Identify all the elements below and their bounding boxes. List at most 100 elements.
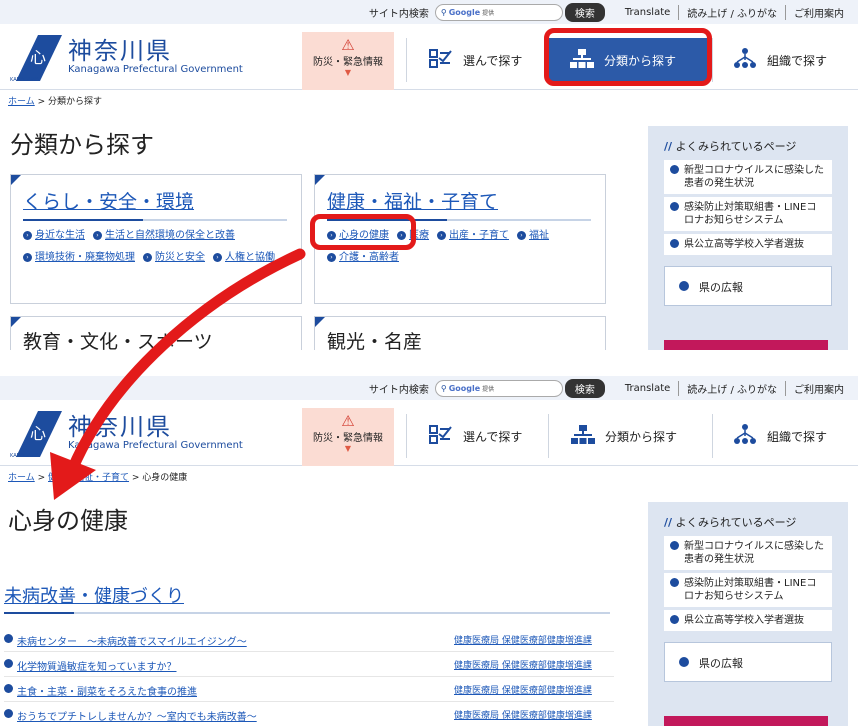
- chevron-right-icon: [679, 281, 689, 291]
- chevron-right-icon: [4, 709, 13, 718]
- breadcrumb-home[interactable]: ホーム: [8, 97, 35, 107]
- card-corner: [11, 317, 21, 327]
- highlight-box-nav: [544, 28, 712, 86]
- checklist-icon: [429, 48, 453, 72]
- translate-link[interactable]: Translate: [617, 7, 678, 18]
- caret-down-icon: ▼: [344, 68, 352, 77]
- list-item[interactable]: 未病センター ～未病改善でスマイルエイジング～ 健康医療局 保健医療部健康増進課: [4, 628, 614, 652]
- card-corner: [315, 175, 325, 185]
- site-logo[interactable]: 心 KANAGAWA 神奈川県 Kanagawa Prefectural Gove…: [0, 31, 300, 83]
- site-search-label: サイト内検索: [368, 8, 429, 20]
- read-aloud-link[interactable]: 読み上げ / ふりがな: [678, 380, 785, 396]
- department-link[interactable]: 健康医療局 保健医療部健康増進課: [454, 658, 592, 671]
- nav-category[interactable]: 分類から探す: [548, 414, 708, 458]
- link-item[interactable]: › 福祉: [517, 225, 549, 247]
- chevron-right-icon: [4, 659, 13, 668]
- utility-bar: サイト内検索 ⚲ Google 提供 検索 Translate 読み上げ / ふ…: [0, 376, 858, 400]
- site-subtitle: Kanagawa Prefectural Government: [68, 440, 243, 451]
- chevron-right-icon: ›: [327, 252, 336, 262]
- site-logo[interactable]: 心 KANAGAWA 神奈川県 Kanagawa Prefectural Gove…: [0, 407, 300, 459]
- chevron-right-icon: ›: [23, 252, 32, 262]
- list-item[interactable]: 化学物質過敏症を知っていますか？ 健康医療局 保健医療部健康増進課: [4, 653, 614, 677]
- card-title[interactable]: 観光・名産: [327, 327, 422, 350]
- department-link[interactable]: 健康医療局 保健医療部健康増進課: [454, 633, 592, 646]
- sidebar-link[interactable]: 新型コロナウイルスに感染した患者の発生状況: [664, 160, 832, 195]
- nav-org[interactable]: 組織で探す: [712, 414, 852, 458]
- sidebar: // よくみられているページ 新型コロナウイルスに感染した患者の発生状況 感染防…: [648, 126, 848, 350]
- nav-select[interactable]: 選んで探す: [406, 414, 544, 458]
- section-divider: [4, 612, 610, 614]
- chevron-right-icon: [4, 634, 13, 643]
- emergency-button[interactable]: ⚠ 防災・緊急情報 ▼: [302, 408, 394, 466]
- guide-link[interactable]: ご利用案内: [785, 380, 852, 396]
- link-item[interactable]: › 環境技術・廃棄物処理: [23, 247, 135, 269]
- link-item[interactable]: › 生活と自然環境の保全と改善: [93, 225, 235, 247]
- card-title[interactable]: 教育・文化・スポーツ: [23, 327, 213, 350]
- nav-org[interactable]: 組織で探す: [712, 38, 852, 82]
- card-links: › 身近な生活 › 生活と自然環境の保全と改善› 環境技術・廃棄物処理 › 防災と安全 › 人権…: [23, 225, 295, 269]
- search-button[interactable]: 検索: [564, 378, 605, 398]
- site-search-label: サイト内検索: [368, 384, 429, 396]
- chevron-right-icon: [4, 684, 13, 693]
- nav-select[interactable]: 選んで探す: [406, 38, 544, 82]
- google-label: Google: [448, 383, 481, 393]
- search-input[interactable]: ⚲ Google 提供: [434, 379, 563, 397]
- organization-icon: [733, 423, 757, 449]
- link-item[interactable]: › 身近な生活: [23, 225, 85, 247]
- link-item[interactable]: › 人権と協働: [213, 247, 275, 269]
- list-item[interactable]: おうちでプチトレしませんか？～室内でも未病改善～ 健康医療局 保健医療部健康増進課: [4, 703, 614, 726]
- site-title: 神奈川県: [68, 413, 172, 441]
- department-link[interactable]: 健康医療局 保健医療部健康増進課: [454, 708, 592, 721]
- site-subtitle: Kanagawa Prefectural Government: [68, 64, 243, 75]
- card-divider: [23, 219, 287, 221]
- site-header: 心 KANAGAWA 神奈川県 Kanagawa Prefectural Gove…: [0, 24, 858, 90]
- search-icon: ⚲: [440, 7, 447, 17]
- screenshot-category-page: サイト内検索 ⚲ Google 提供 検索 Translate 読み上げ / ふ…: [0, 0, 858, 350]
- read-aloud-link[interactable]: 読み上げ / ふりがな: [678, 4, 785, 20]
- google-label: Google: [448, 7, 481, 17]
- translate-link[interactable]: Translate: [617, 383, 678, 394]
- breadcrumb-current: 分類から探す: [48, 97, 103, 107]
- link-item[interactable]: › 出産・子育て: [437, 225, 509, 247]
- nav-select-label: 選んで探す: [463, 429, 523, 444]
- chevron-right-icon: [670, 578, 679, 587]
- chevron-right-icon: ›: [517, 230, 526, 240]
- guide-link[interactable]: ご利用案内: [785, 4, 852, 20]
- koho-button[interactable]: 県の広報: [664, 266, 832, 306]
- sidebar-heading: // よくみられているページ: [664, 516, 797, 529]
- sidebar-link[interactable]: 県公立高等学校入学者選抜: [664, 234, 832, 256]
- link-item[interactable]: › 防災と安全: [143, 247, 205, 269]
- sidebar-banner[interactable]: [664, 716, 828, 726]
- sidebar-link[interactable]: 新型コロナウイルスに感染した患者の発生状況: [664, 536, 832, 571]
- sidebar-link[interactable]: 感染防止対策取組書・LINEコロナお知らせシステム: [664, 197, 832, 232]
- search-input[interactable]: ⚲ Google 提供: [434, 3, 563, 21]
- breadcrumb-home[interactable]: ホーム: [8, 473, 35, 483]
- chevron-right-icon: ›: [143, 252, 152, 262]
- category-card-life: くらし・安全・環境 › 身近な生活 › 生活と自然環境の保全と改善› 環境技術・廃棄物処…: [10, 174, 302, 304]
- breadcrumb-parent[interactable]: 健康・福祉・子育て: [48, 473, 129, 483]
- google-sub: 提供: [482, 385, 495, 393]
- search-button[interactable]: 検索: [564, 2, 605, 22]
- emergency-button[interactable]: ⚠ 防災・緊急情報 ▼: [302, 32, 394, 90]
- sidebar-banner[interactable]: [664, 340, 828, 350]
- chevron-right-icon: [670, 239, 679, 248]
- sidebar-link[interactable]: 県公立高等学校入学者選抜: [664, 610, 832, 632]
- list-item[interactable]: 主食・主菜・副菜をそろえた食事の推進 健康医療局 保健医療部健康増進課: [4, 678, 614, 702]
- chevron-right-icon: [670, 541, 679, 550]
- sidebar-link[interactable]: 感染防止対策取組書・LINEコロナお知らせシステム: [664, 573, 832, 608]
- koho-button[interactable]: 県の広報: [664, 642, 832, 682]
- chevron-right-icon: ›: [23, 230, 32, 240]
- card-title[interactable]: くらし・安全・環境: [23, 187, 194, 214]
- caret-down-icon: ▼: [344, 444, 352, 453]
- department-link[interactable]: 健康医療局 保健医療部健康増進課: [454, 683, 592, 696]
- hierarchy-icon: [571, 424, 595, 448]
- site-title: 神奈川県: [68, 37, 172, 65]
- nav-org-label: 組織で探す: [767, 429, 828, 444]
- link-item[interactable]: › 介護・高齢者: [327, 247, 399, 269]
- kanagawa-emblem-icon: 心 KANAGAWA: [8, 407, 68, 459]
- card-title[interactable]: 健康・福祉・子育て: [327, 187, 498, 214]
- section-title[interactable]: 未病改善・健康づくり: [4, 582, 184, 608]
- organization-icon: [733, 47, 757, 73]
- chevron-right-icon: [670, 615, 679, 624]
- card-corner: [11, 175, 21, 185]
